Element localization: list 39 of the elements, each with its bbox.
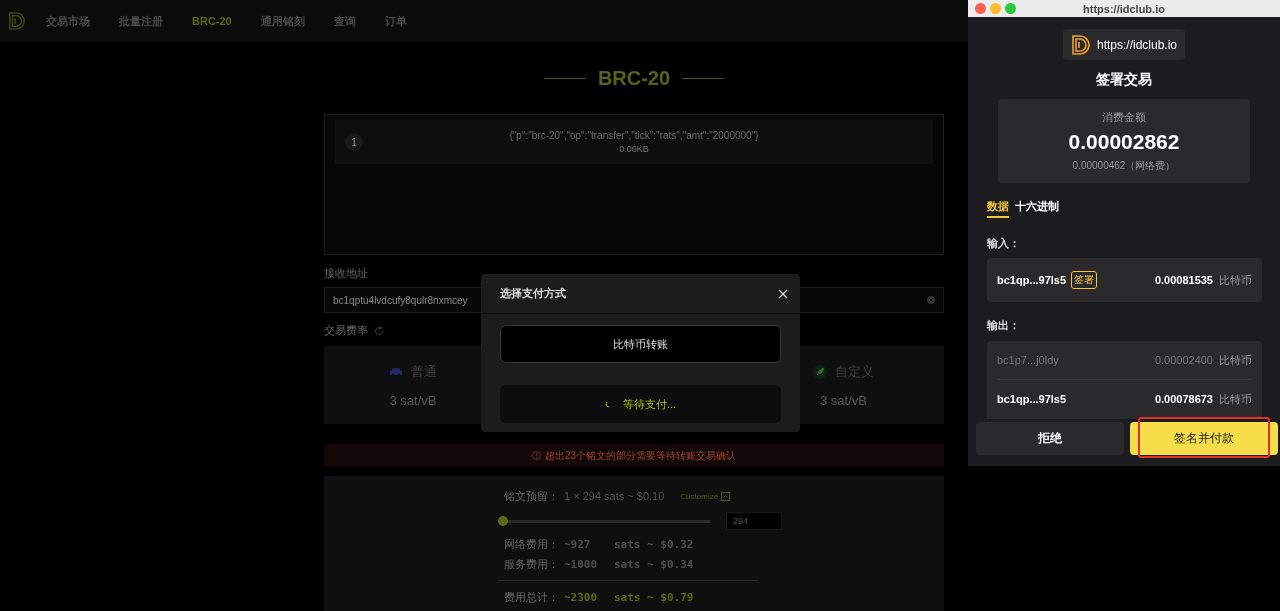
section-label: 输出： <box>986 318 1021 333</box>
fee-label: 服务费用： <box>504 556 560 572</box>
tx-unit: 比特币 <box>1219 272 1252 288</box>
fee-option-rate: 3 sat/vB <box>820 392 867 408</box>
tx-address: bc1p7...j0ldy <box>997 354 1059 366</box>
tx-address: bc1qp...97ls5 <box>997 393 1067 405</box>
fee-usd: sats ~ $0.79 <box>614 590 694 604</box>
fee-amount: ~2300 <box>564 590 599 604</box>
site-url: https://idclub.io <box>1096 37 1177 52</box>
fee-label: 网络费用： <box>504 536 560 552</box>
field-label: 交易费率 <box>324 323 368 338</box>
inscription-size: 0.06KB <box>619 144 649 154</box>
network-fee: 0.00000462（网络费） <box>1072 158 1176 173</box>
tx-unit: 比特币 <box>1219 391 1252 407</box>
fee-value: 1 × 294 sats ~ $0.10 <box>564 490 665 502</box>
window-title: https://idclub.io <box>1083 2 1165 15</box>
field-label: 接收地址 <box>324 266 369 281</box>
tx-amount: 0.00081535 <box>1154 274 1213 286</box>
fee-amount: ~927 <box>564 537 592 551</box>
fee-usd: sats ~ $0.34 <box>614 557 694 571</box>
section-label: 输入： <box>986 236 1021 251</box>
inscription-content: {"p":"brc-20","op":"transfer","tick":"rats","amt":"2000000"} <box>509 130 759 141</box>
tx-amount: 0.00002400 <box>1154 354 1213 366</box>
amount-value: 0.00002862 <box>1068 129 1180 154</box>
tx-unit: 比特币 <box>1219 352 1252 368</box>
fee-usd: sats ~ $0.32 <box>614 537 694 551</box>
tx-address: bc1qp...97ls5 <box>997 274 1067 286</box>
modal-title: 选择支付方式 <box>500 286 566 301</box>
fee-label: 费用总计： <box>504 589 560 605</box>
warning-text: 超出23个铭文的部分需要等待转账交易确认 <box>544 448 737 463</box>
fee-option-rate: 3 sat/vB <box>389 392 437 408</box>
popup-heading: 签署交易 <box>1096 70 1152 88</box>
item-number: 1 <box>345 133 363 151</box>
tx-amount: 0.00078673 <box>1154 393 1213 405</box>
sign-badge: 签署 <box>1071 271 1098 289</box>
fee-label: 铭文预留： <box>504 488 560 504</box>
page-title: BRC-20 <box>597 66 671 90</box>
fee-amount: ~1000 <box>564 557 599 571</box>
amount-label: 消费金额 <box>1102 109 1146 125</box>
